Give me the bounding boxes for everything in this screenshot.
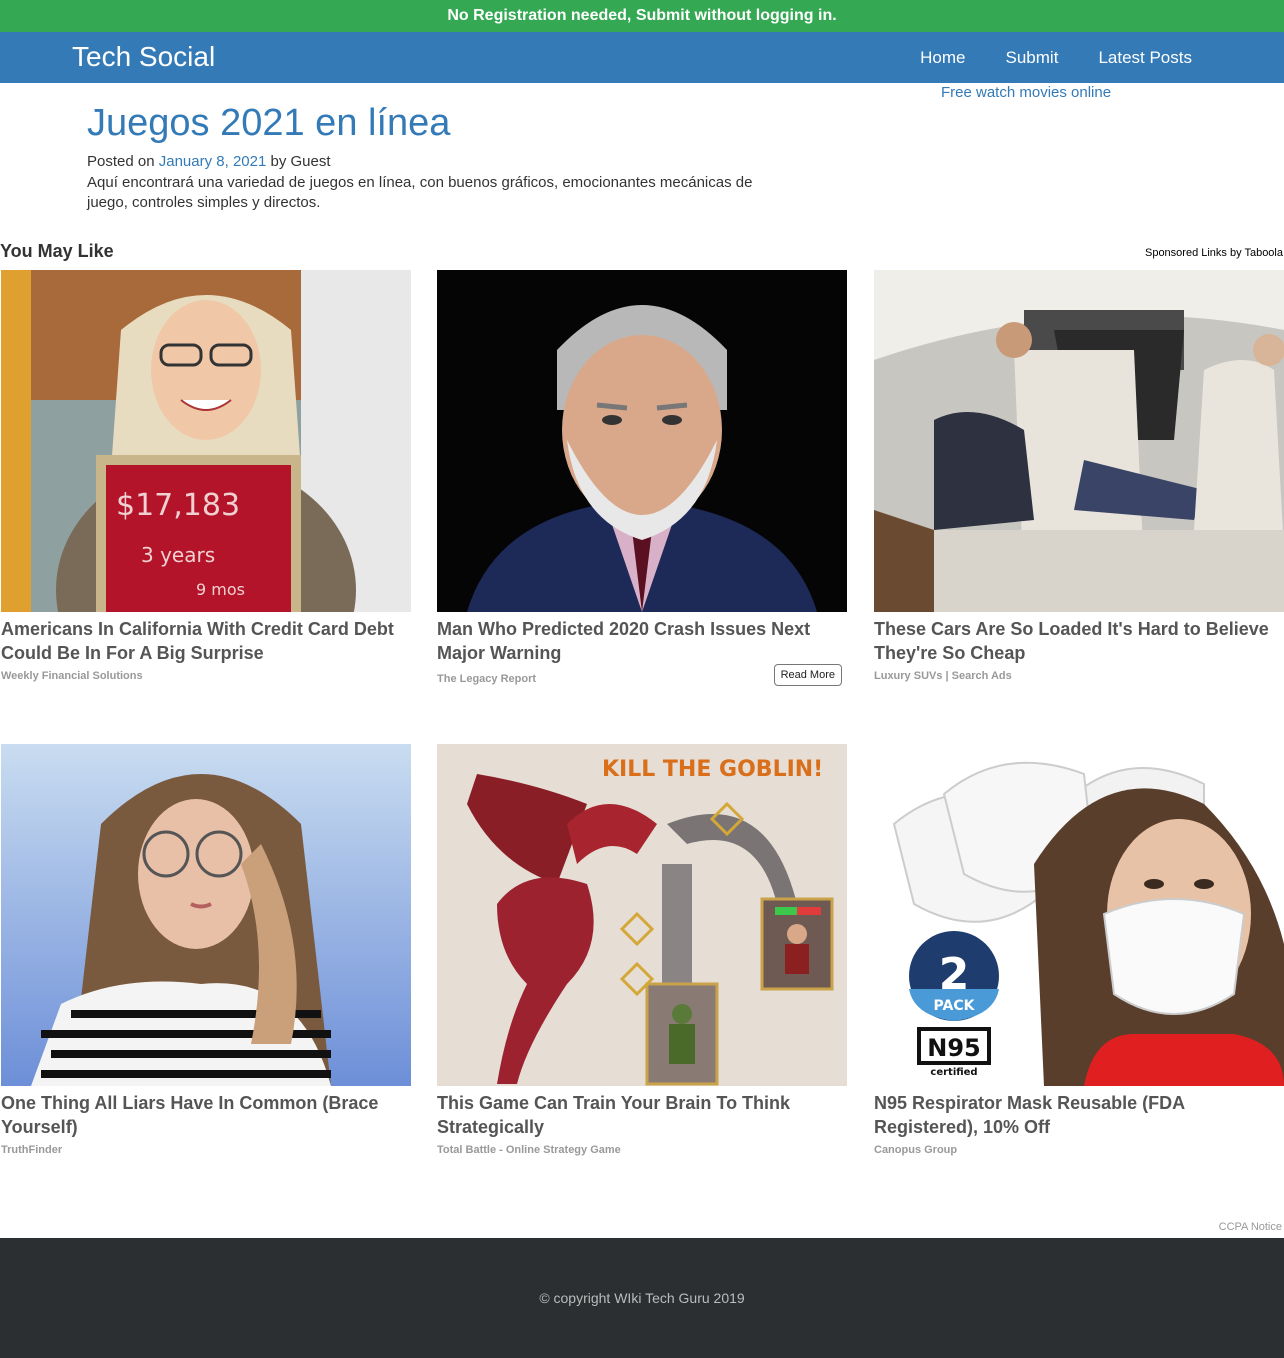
ad-thumbnail-woman-glasses[interactable] <box>1 744 411 1086</box>
brand-link[interactable]: Tech Social <box>72 40 215 74</box>
navbar: Tech Social Home Submit Latest Posts <box>0 32 1284 83</box>
ad-thumbnail-woman-sign[interactable]: $17,183 3 years 9 mos <box>1 270 411 612</box>
post-title: Juegos 2021 en línea <box>87 102 451 144</box>
pack-number: 2 <box>939 949 970 1000</box>
widget-heading: You May Like <box>0 241 114 261</box>
ad-thumbnail-car-interior[interactable] <box>874 270 1284 612</box>
ad-card[interactable]: 2 PACK N95 certified N95 Respirator Mask… <box>874 744 1284 1156</box>
ad-title[interactable]: N95 Respirator Mask Reusable (FDA Regist… <box>874 1091 1284 1139</box>
ad-card[interactable]: KILL THE GOBLIN! This Game Can Train You… <box>437 744 847 1156</box>
ad-source: Total Battle - Online Strategy Game <box>437 1144 621 1156</box>
ad-card[interactable]: $17,183 3 years 9 mos Americans In Calif… <box>1 270 411 682</box>
nav-home[interactable]: Home <box>920 48 965 68</box>
n95-label: N95 <box>927 1034 980 1062</box>
pack-word: PACK <box>934 998 976 1014</box>
ccpa-notice-link[interactable]: CCPA Notice <box>1219 1221 1282 1233</box>
post-date-link[interactable]: January 8, 2021 <box>159 153 267 170</box>
post-meta: Posted on January 8, 2021 by Guest <box>87 153 331 170</box>
ad-title[interactable]: Man Who Predicted 2020 Crash Issues Next… <box>437 617 847 665</box>
ad-source: Weekly Financial Solutions <box>1 670 143 682</box>
read-more-button[interactable]: Read More <box>773 664 842 686</box>
game-banner-text: KILL THE GOBLIN! <box>602 757 823 782</box>
ad-thumbnail-bearded-man[interactable] <box>437 270 847 612</box>
post-excerpt: Aquí encontrará una variedad de juegos e… <box>87 174 753 211</box>
main-nav: Home Submit Latest Posts <box>880 32 1192 83</box>
sidebar-link-free-movies[interactable]: Free watch movies online <box>941 84 1111 101</box>
ad-source: TruthFinder <box>1 1144 63 1156</box>
sign-amount: $17,183 <box>116 488 240 523</box>
nav-latest-posts[interactable]: Latest Posts <box>1098 48 1192 68</box>
by-label: by <box>270 153 287 170</box>
nav-submit[interactable]: Submit <box>1006 48 1059 68</box>
ad-card[interactable]: These Cars Are So Loaded It's Hard to Be… <box>874 270 1284 682</box>
footer: © copyright WIki Tech Guru 2019 <box>0 1238 1284 1358</box>
sign-years: 3 years <box>141 543 215 567</box>
ad-title[interactable]: One Thing All Liars Have In Common (Brac… <box>1 1091 411 1139</box>
ad-title[interactable]: Americans In California With Credit Card… <box>1 617 411 665</box>
sign-mos: 9 mos <box>196 580 245 599</box>
sponsored-links[interactable]: Sponsored Links by Taboola <box>1145 247 1283 259</box>
ad-source: Luxury SUVs | Search Ads <box>874 670 1012 682</box>
ad-card[interactable]: One Thing All Liars Have In Common (Brac… <box>1 744 411 1156</box>
ad-thumbnail-n95-mask[interactable]: 2 PACK N95 certified <box>874 744 1284 1086</box>
post-author: Guest <box>290 153 331 170</box>
ad-title[interactable]: This Game Can Train Your Brain To Think … <box>437 1091 847 1139</box>
ad-title[interactable]: These Cars Are So Loaded It's Hard to Be… <box>874 617 1284 665</box>
ad-thumbnail-game[interactable]: KILL THE GOBLIN! <box>437 744 847 1086</box>
posted-on-label: Posted on <box>87 153 155 170</box>
certified-label: certified <box>930 1067 977 1078</box>
announcement-bar: No Registration needed, Submit without l… <box>0 0 1284 32</box>
ad-card[interactable]: Man Who Predicted 2020 Crash Issues Next… <box>437 270 847 686</box>
ad-source: Canopus Group <box>874 1144 958 1156</box>
footer-copyright: © copyright WIki Tech Guru 2019 <box>539 1290 745 1306</box>
